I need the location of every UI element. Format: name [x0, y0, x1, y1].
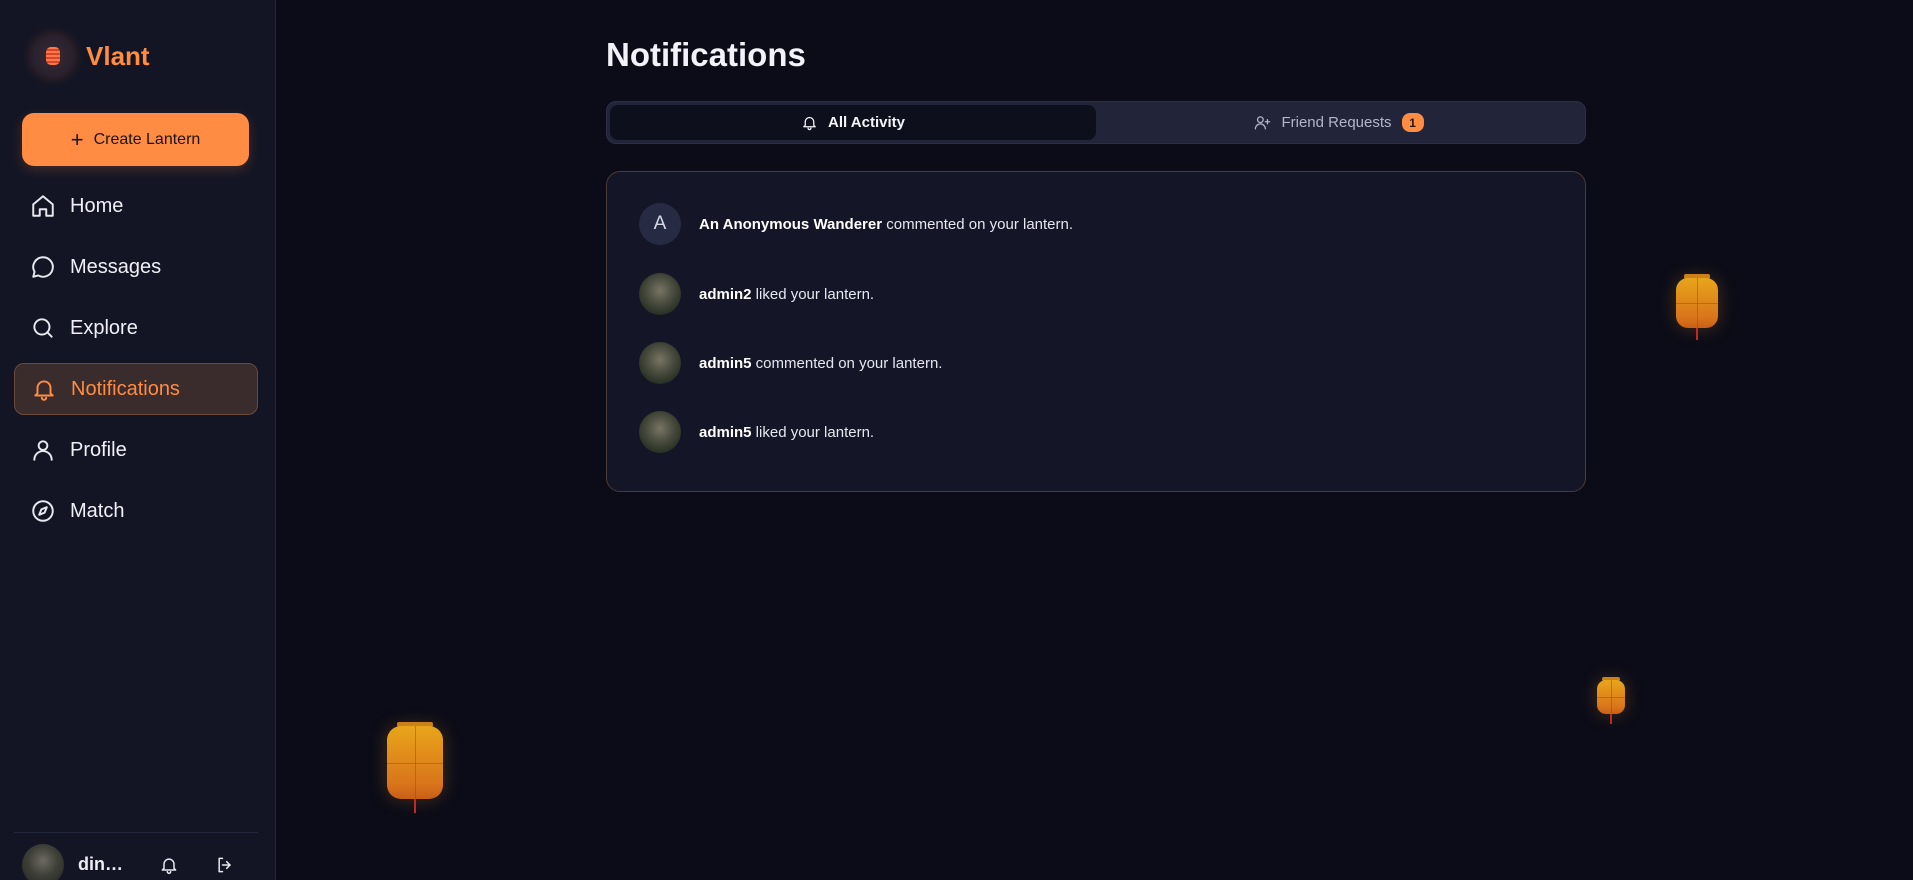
- notification-action: commented on your lantern.: [751, 354, 943, 372]
- notification-list: A An Anonymous Wanderer commented on you…: [606, 171, 1586, 492]
- brand[interactable]: Vlant: [32, 35, 150, 77]
- bell-icon[interactable]: [158, 854, 180, 876]
- user-footer: dinh...: [14, 832, 258, 880]
- tab-label: All Activity: [828, 114, 905, 131]
- logout-icon[interactable]: [214, 854, 236, 876]
- notification-text: admin5 commented on your lantern.: [699, 355, 942, 372]
- sidebar-item-label: Home: [70, 194, 124, 217]
- avatar: [639, 273, 681, 315]
- sidebar-item-notifications[interactable]: Notifications: [14, 363, 258, 415]
- sidebar-item-match[interactable]: Match: [14, 485, 258, 537]
- compass-icon: [32, 500, 54, 522]
- plus-icon: +: [70, 126, 84, 152]
- floating-lantern-decoration: [387, 722, 443, 814]
- brand-name: Vlant: [86, 40, 150, 71]
- notification-actor[interactable]: admin5: [699, 355, 752, 372]
- notification-text: admin5 liked your lantern.: [699, 424, 874, 441]
- notification-actor[interactable]: An Anonymous Wanderer: [699, 216, 882, 233]
- floating-lantern-decoration: [1597, 677, 1625, 725]
- sidebar-item-messages[interactable]: Messages: [14, 241, 258, 293]
- create-lantern-label: Create Lantern: [93, 130, 201, 148]
- tab-friend-requests[interactable]: Friend Requests 1: [1096, 105, 1582, 140]
- sidebar-item-label: Messages: [70, 255, 162, 278]
- search-icon: [33, 318, 53, 338]
- notification-action: liked your lantern.: [751, 423, 875, 441]
- sidebar-item-profile[interactable]: Profile: [14, 424, 258, 476]
- sidebar-item-label: Profile: [70, 438, 127, 461]
- avatar: [639, 342, 681, 384]
- tab-all-activity[interactable]: All Activity: [610, 105, 1096, 140]
- sidebar-item-label: Notifications: [71, 377, 180, 400]
- username: dinh...: [78, 854, 130, 874]
- sidebar-item-label: Explore: [70, 316, 138, 339]
- lantern-logo-icon: [32, 35, 74, 77]
- list-item[interactable]: admin5 liked your lantern.: [639, 410, 1553, 454]
- sidebar-item-explore[interactable]: Explore: [14, 302, 258, 354]
- avatar: [639, 411, 681, 453]
- notification-tabs: All Activity Friend Requests 1: [606, 101, 1586, 144]
- bell-icon: [34, 380, 54, 401]
- create-lantern-button[interactable]: + Create Lantern: [22, 113, 249, 166]
- floating-lantern-decoration: [1676, 274, 1718, 340]
- list-item[interactable]: admin5 commented on your lantern.: [639, 341, 1553, 385]
- home-icon: [32, 195, 54, 217]
- sidebar-item-label: Match: [70, 499, 125, 522]
- page-title: Notifications: [606, 36, 806, 73]
- user-icon: [33, 440, 53, 461]
- sidebar: Vlant + Create Lantern Home Messages Exp…: [0, 0, 276, 880]
- list-item[interactable]: admin2 liked your lantern.: [639, 272, 1553, 316]
- notification-action: liked your lantern.: [751, 285, 875, 303]
- sidebar-nav: Home Messages Explore Notifications Prof…: [14, 180, 258, 546]
- avatar[interactable]: [22, 843, 64, 880]
- notification-text: An Anonymous Wanderer commented on your …: [699, 216, 1073, 233]
- notification-actor[interactable]: admin2: [699, 286, 752, 303]
- user-plus-icon: [1255, 116, 1271, 130]
- count-badge: 1: [1401, 113, 1424, 132]
- message-icon: [32, 256, 54, 278]
- app-root: Vlant + Create Lantern Home Messages Exp…: [0, 0, 1913, 880]
- notification-actor[interactable]: admin5: [699, 424, 752, 441]
- bell-icon: [803, 116, 816, 131]
- tab-label: Friend Requests: [1281, 114, 1392, 131]
- avatar: A: [639, 203, 681, 245]
- list-item[interactable]: A An Anonymous Wanderer commented on you…: [639, 202, 1553, 246]
- notification-text: admin2 liked your lantern.: [699, 286, 874, 303]
- sidebar-item-home[interactable]: Home: [14, 180, 258, 232]
- notification-action: commented on your lantern.: [882, 215, 1074, 233]
